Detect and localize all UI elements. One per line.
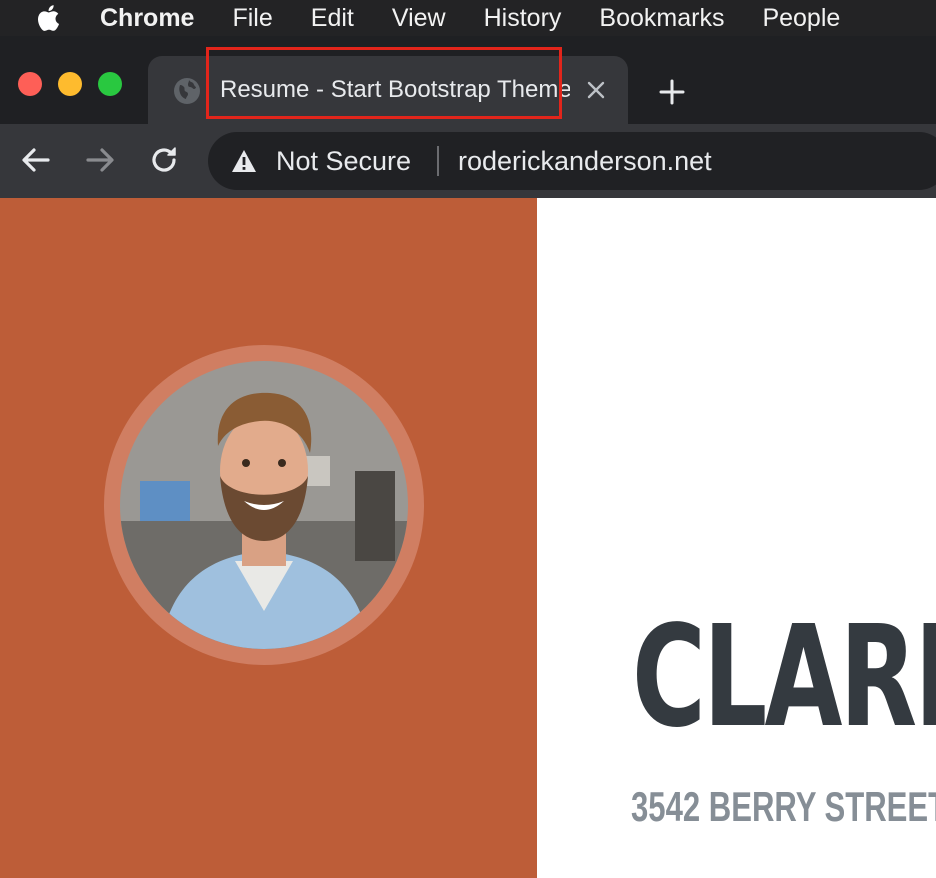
menu-history[interactable]: History [484, 0, 562, 36]
menu-people[interactable]: People [762, 0, 840, 36]
warning-icon[interactable] [230, 148, 258, 174]
menu-bookmarks[interactable]: Bookmarks [599, 0, 724, 36]
menu-edit[interactable]: Edit [311, 0, 354, 36]
apple-logo-icon[interactable] [34, 4, 60, 32]
address-bar[interactable]: Not Secure roderickanderson.net [208, 132, 936, 190]
menu-view[interactable]: View [392, 0, 446, 36]
security-indicator-label[interactable]: Not Secure [276, 132, 411, 190]
menu-app-chrome[interactable]: Chrome [100, 0, 194, 36]
resume-main: CLARI 3542 BERRY STREET · [537, 198, 936, 878]
profile-photo-image [120, 361, 408, 649]
profile-photo [120, 361, 408, 649]
window-close-button[interactable] [18, 72, 42, 96]
window-zoom-button[interactable] [98, 72, 122, 96]
close-icon[interactable] [584, 78, 608, 102]
arrow-right-icon[interactable] [82, 142, 118, 178]
macos-menu-bar: Chrome File Edit View History Bookmarks … [0, 0, 936, 36]
globe-icon [174, 78, 200, 104]
reload-icon[interactable] [146, 142, 182, 178]
tab-title-highlight-box [206, 47, 562, 119]
address-bar-divider [437, 146, 439, 176]
resume-address: 3542 BERRY STREET · [631, 783, 936, 830]
resume-name-heading: CLARI [632, 596, 936, 759]
plus-icon[interactable] [656, 76, 688, 108]
url-text[interactable]: roderickanderson.net [458, 132, 712, 190]
menu-file[interactable]: File [232, 0, 272, 36]
window-minimize-button[interactable] [58, 72, 82, 96]
arrow-left-icon[interactable] [18, 142, 54, 178]
browser-toolbar: Not Secure roderickanderson.net [0, 124, 936, 198]
